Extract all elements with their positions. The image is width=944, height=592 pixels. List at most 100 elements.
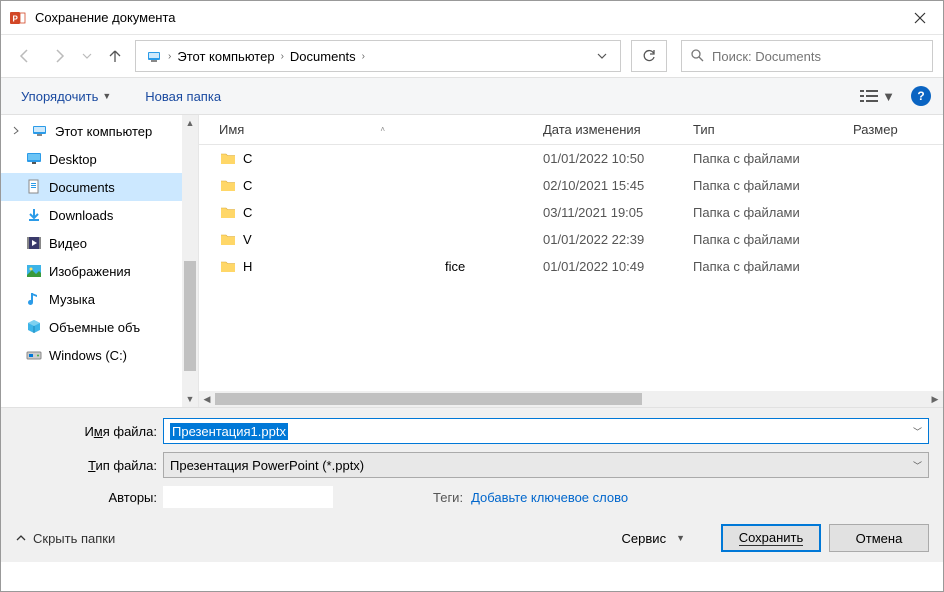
filename-value: Презентация1.pptx bbox=[170, 423, 288, 440]
3d-icon bbox=[25, 318, 43, 336]
sidebar-item-3d[interactable]: Объемные объ bbox=[1, 313, 198, 341]
file-row[interactable]: Hfice01/01/2022 10:49Папка с файлами bbox=[199, 253, 943, 280]
breadcrumb-current[interactable]: Documents bbox=[284, 42, 362, 70]
nav-back-button[interactable] bbox=[11, 42, 39, 70]
file-name: H bbox=[243, 259, 543, 274]
pc-icon bbox=[31, 122, 49, 140]
sidebar-item-label: Этот компьютер bbox=[55, 124, 152, 139]
drive-icon bbox=[25, 346, 43, 364]
col-name-header[interactable]: Имя˄ bbox=[219, 122, 543, 137]
breadcrumb-root[interactable]: Этот компьютер bbox=[171, 42, 280, 70]
tags-add-link[interactable]: Добавьте ключевое слово bbox=[471, 490, 628, 505]
col-date-header[interactable]: Дата изменения bbox=[543, 122, 693, 137]
file-type: Папка с файлами bbox=[693, 232, 853, 247]
authors-label: Авторы: bbox=[15, 490, 163, 505]
file-date: 02/10/2021 15:45 bbox=[543, 178, 693, 193]
hide-folders-label: Скрыть папки bbox=[33, 531, 115, 546]
sidebar-item-music[interactable]: Музыка bbox=[1, 285, 198, 313]
music-icon bbox=[25, 290, 43, 308]
sidebar-item-desktop[interactable]: Desktop bbox=[1, 145, 198, 173]
sidebar-item-label: Изображения bbox=[49, 264, 131, 279]
sidebar-item-video[interactable]: Видео bbox=[1, 229, 198, 257]
cancel-button[interactable]: Отмена bbox=[829, 524, 929, 552]
nav-forward-button[interactable] bbox=[45, 42, 73, 70]
file-date: 01/01/2022 22:39 bbox=[543, 232, 693, 247]
save-label: Сохранить bbox=[739, 531, 804, 546]
horizontal-scrollbar[interactable]: ◀ ▶ bbox=[199, 391, 943, 407]
window-title: Сохранение документа bbox=[35, 10, 897, 25]
file-type: Папка с файлами bbox=[693, 205, 853, 220]
new-folder-button[interactable]: Новая папка bbox=[137, 85, 229, 108]
filename-label: Имя файла: bbox=[15, 424, 163, 439]
col-type-header[interactable]: Тип bbox=[693, 122, 853, 137]
file-type: Папка с файлами bbox=[693, 151, 853, 166]
filetype-value: Презентация PowerPoint (*.pptx) bbox=[170, 458, 364, 473]
sidebar-item-dl[interactable]: Downloads bbox=[1, 201, 198, 229]
folder-icon bbox=[219, 231, 237, 249]
folder-icon bbox=[219, 204, 237, 222]
desktop-icon bbox=[25, 150, 43, 168]
file-name: C bbox=[243, 205, 543, 220]
hide-folders-button[interactable]: Скрыть папки bbox=[15, 531, 115, 546]
expand-icon[interactable] bbox=[13, 126, 25, 137]
breadcrumb-root-icon[interactable] bbox=[140, 42, 168, 70]
chevron-down-icon: ▼ bbox=[676, 533, 685, 543]
file-date: 01/01/2022 10:49 bbox=[543, 259, 693, 274]
sidebar-item-label: Объемные объ bbox=[49, 320, 140, 335]
app-icon: P bbox=[9, 9, 27, 27]
file-name: V bbox=[243, 232, 543, 247]
file-row[interactable]: C02/10/2021 15:45Папка с файлами bbox=[199, 172, 943, 199]
sidebar-scrollbar[interactable]: ▲ ▼ bbox=[182, 115, 198, 407]
breadcrumb-dropdown[interactable] bbox=[588, 42, 616, 70]
sidebar-item-label: Downloads bbox=[49, 208, 113, 223]
organize-label: Упорядочить bbox=[21, 89, 98, 104]
doc-icon bbox=[25, 178, 43, 196]
close-button[interactable] bbox=[897, 1, 943, 35]
scroll-up-icon[interactable]: ▲ bbox=[182, 115, 198, 131]
scroll-thumb[interactable] bbox=[184, 261, 196, 371]
scroll-down-icon[interactable]: ▼ bbox=[182, 391, 198, 407]
scroll-thumb[interactable] bbox=[215, 393, 642, 405]
file-row[interactable]: V01/01/2022 22:39Папка с файлами bbox=[199, 226, 943, 253]
view-options-button[interactable]: ▼ bbox=[854, 85, 901, 108]
save-button[interactable]: Сохранить bbox=[721, 524, 821, 552]
file-name: C bbox=[243, 178, 543, 193]
chevron-right-icon: › bbox=[362, 51, 365, 62]
folder-icon bbox=[219, 150, 237, 168]
file-name-extra: fice bbox=[445, 259, 465, 274]
nav-up-button[interactable] bbox=[101, 42, 129, 70]
col-size-header[interactable]: Размер bbox=[853, 122, 933, 137]
sidebar-item-label: Desktop bbox=[49, 152, 97, 167]
scroll-right-icon[interactable]: ▶ bbox=[927, 391, 943, 407]
sidebar-item-img[interactable]: Изображения bbox=[1, 257, 198, 285]
scroll-left-icon[interactable]: ◀ bbox=[199, 391, 215, 407]
sidebar-item-label: Windows (C:) bbox=[49, 348, 127, 363]
file-list: C01/01/2022 10:50Папка с файламиC02/10/2… bbox=[199, 145, 943, 391]
filetype-select[interactable]: Презентация PowerPoint (*.pptx) ﹀ bbox=[163, 452, 929, 478]
authors-input[interactable] bbox=[163, 486, 333, 508]
breadcrumb-root-label: Этот компьютер bbox=[177, 49, 274, 64]
breadcrumb-bar[interactable]: › Этот компьютер › Documents › bbox=[135, 40, 621, 72]
sidebar-item-label: Музыка bbox=[49, 292, 95, 307]
refresh-button[interactable] bbox=[631, 40, 667, 72]
sidebar-item-pc[interactable]: Этот компьютер bbox=[1, 117, 198, 145]
search-box[interactable] bbox=[681, 40, 933, 72]
sidebar-item-doc[interactable]: Documents bbox=[1, 173, 198, 201]
svg-text:P: P bbox=[13, 14, 19, 23]
service-button[interactable]: Сервис ▼ bbox=[612, 527, 695, 550]
nav-recent-dd[interactable] bbox=[79, 42, 95, 70]
file-row[interactable]: C01/01/2022 10:50Папка с файлами bbox=[199, 145, 943, 172]
breadcrumb-current-label: Documents bbox=[290, 49, 356, 64]
chevron-down-icon[interactable]: ﹀ bbox=[913, 425, 922, 438]
folder-icon bbox=[219, 177, 237, 195]
chevron-down-icon: ▼ bbox=[102, 91, 111, 101]
organize-button[interactable]: Упорядочить ▼ bbox=[13, 85, 119, 108]
sidebar: Этот компьютер Desktop Documents Downloads В… bbox=[1, 115, 199, 407]
sidebar-item-drive[interactable]: Windows (C:) bbox=[1, 341, 198, 369]
file-row[interactable]: C03/11/2021 19:05Папка с файлами bbox=[199, 199, 943, 226]
help-button[interactable]: ? bbox=[911, 86, 931, 106]
tags-label: Теги: bbox=[433, 490, 463, 505]
filename-input[interactable]: Презентация1.pptx ﹀ bbox=[163, 418, 929, 444]
search-input[interactable] bbox=[712, 49, 924, 64]
sidebar-item-label: Documents bbox=[49, 180, 115, 195]
